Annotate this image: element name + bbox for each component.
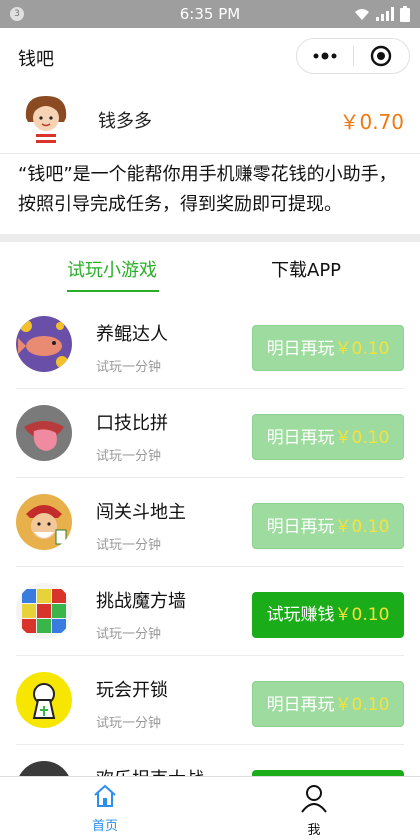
- play-again-tomorrow-button[interactable]: 明日再玩￥0.10: [252, 414, 404, 460]
- button-label: 明日再玩: [266, 517, 335, 537]
- list-item: 口技比拼 试玩一分钟 明日再玩￥0.10: [16, 389, 404, 478]
- wifi-icon: [355, 9, 369, 20]
- game-name: 玩会开锁: [96, 680, 168, 701]
- game-name: 养鲲达人: [96, 324, 168, 345]
- app-description: “钱吧”是一个能帮你用手机赚零花钱的小助手，按照引导完成任务，得到奖励即可提现。: [18, 164, 397, 215]
- nav-home-label: 首页: [91, 819, 118, 834]
- list-item: 玩会开锁 试玩一分钟 明日再玩￥0.10: [16, 656, 404, 745]
- nav-me[interactable]: 我: [274, 783, 354, 838]
- reward-amount: ￥0.10: [334, 695, 390, 715]
- more-dots-icon: [313, 52, 337, 60]
- nav-home[interactable]: 首页: [65, 783, 145, 834]
- person-icon: [301, 785, 327, 813]
- status-icons: [354, 6, 410, 22]
- reward-amount: ￥0.10: [334, 428, 390, 448]
- play-again-tomorrow-button[interactable]: 明日再玩￥0.10: [252, 325, 404, 371]
- button-label: 试玩赚钱: [266, 605, 335, 625]
- tab-bar: 试玩小游戏 下载APP: [0, 242, 420, 294]
- user-balance: ￥0.70: [339, 110, 404, 134]
- list-item: 闯关斗地主 试玩一分钟 明日再玩￥0.10: [16, 478, 404, 567]
- reward-amount: ￥0.10: [334, 605, 390, 625]
- user-info-row: 钱多多 ￥0.70: [0, 84, 420, 154]
- status-bar: 3 6:35 PM: [0, 0, 420, 28]
- list-item: 养鲲达人 试玩一分钟 明日再玩￥0.10: [16, 300, 404, 389]
- mouth-game-icon: [16, 405, 72, 461]
- target-close-icon: [371, 45, 392, 67]
- tab-trial-games[interactable]: 试玩小游戏: [67, 256, 157, 282]
- tab-download-app[interactable]: 下载APP: [271, 256, 341, 282]
- title-bar: 钱吧: [0, 28, 420, 84]
- bottom-navigation: 首页 我: [0, 776, 420, 840]
- page-title: 钱吧: [18, 49, 54, 70]
- reward-amount: ￥0.10: [334, 339, 390, 359]
- game-subtitle: 试玩一分钟: [96, 360, 162, 375]
- active-tab-indicator: [67, 290, 159, 292]
- reward-amount: ￥0.10: [334, 517, 390, 537]
- game-subtitle: 试玩一分钟: [96, 627, 162, 642]
- game-subtitle: 试玩一分钟: [96, 449, 162, 464]
- play-again-tomorrow-button[interactable]: 明日再玩￥0.10: [252, 503, 404, 549]
- game-subtitle: 试玩一分钟: [96, 538, 162, 553]
- fish-game-icon: [16, 316, 72, 372]
- cube-wall-game-icon: [16, 583, 72, 639]
- landlord-game-icon: [16, 494, 72, 550]
- section-divider: [0, 234, 420, 242]
- close-button[interactable]: [353, 38, 409, 74]
- signal-icon: [376, 7, 394, 21]
- battery-icon: [400, 6, 410, 22]
- button-label: 明日再玩: [266, 695, 335, 715]
- home-icon: [94, 784, 116, 807]
- button-label: 明日再玩: [266, 428, 335, 448]
- game-subtitle: 试玩一分钟: [96, 716, 162, 731]
- game-name: 挑战魔方墙: [96, 591, 186, 612]
- game-list: 养鲲达人 试玩一分钟 明日再玩￥0.10 口技比拼 试玩一分钟 明日再玩￥0.1…: [0, 300, 420, 834]
- more-button[interactable]: [297, 38, 353, 74]
- button-label: 明日再玩: [266, 339, 335, 359]
- game-name: 闯关斗地主: [96, 502, 186, 523]
- nav-me-label: 我: [307, 823, 321, 838]
- mini-program-capsule: [296, 38, 410, 74]
- game-name: 口技比拼: [96, 413, 168, 434]
- play-again-tomorrow-button[interactable]: 明日再玩￥0.10: [252, 681, 404, 727]
- user-name: 钱多多: [98, 111, 152, 132]
- list-item: 挑战魔方墙 试玩一分钟 试玩赚钱￥0.10: [16, 567, 404, 656]
- avatar: [25, 96, 67, 147]
- trial-earn-button[interactable]: 试玩赚钱￥0.10: [252, 592, 404, 638]
- keyhole-game-icon: [16, 672, 72, 728]
